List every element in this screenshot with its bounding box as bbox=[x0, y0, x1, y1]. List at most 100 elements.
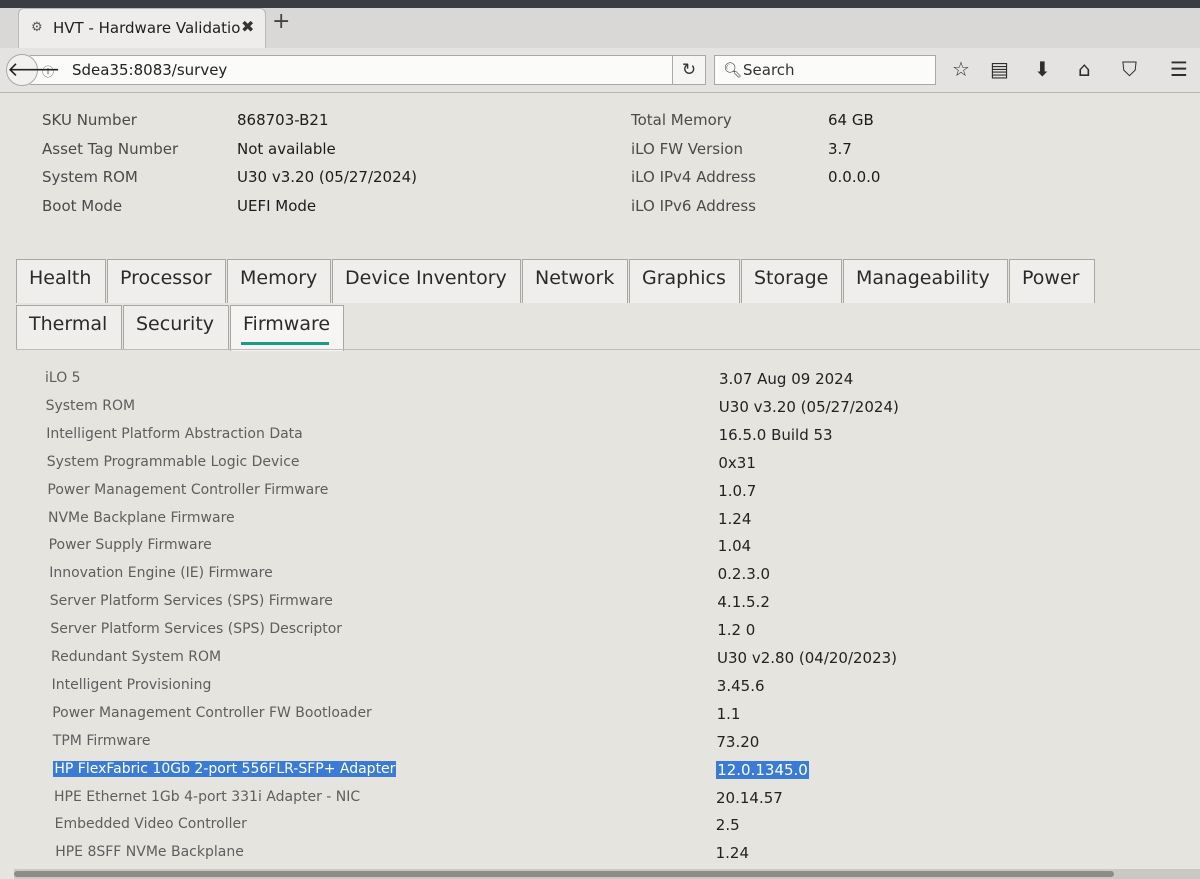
firmware-row-version: 16.5.0 Build 53 bbox=[719, 426, 833, 444]
firmware-name-text: Intelligent Provisioning bbox=[51, 676, 212, 693]
menu-icon[interactable]: ☰ bbox=[1170, 58, 1188, 80]
page-favicon-icon: ⚙ bbox=[31, 20, 43, 35]
firmware-row-name: Intelligent Provisioning bbox=[52, 677, 212, 693]
tab-firmware[interactable]: Firmware bbox=[230, 305, 344, 351]
download-icon[interactable]: ⬇ bbox=[1034, 58, 1051, 80]
firmware-name-text: System Programmable Logic Device bbox=[46, 453, 300, 470]
firmware-row-version: U30 v2.80 (04/20/2023) bbox=[717, 649, 897, 667]
system-info-value: 3.7 bbox=[828, 139, 852, 158]
firmware-name-text: TPM Firmware bbox=[52, 732, 151, 749]
tab-device-inventory[interactable]: Device Inventory bbox=[332, 259, 521, 303]
firmware-row-version: 12.0.1345.0 bbox=[716, 760, 809, 779]
system-info-label: Total Memory bbox=[631, 111, 732, 129]
system-info-label: iLO IPv6 Address bbox=[631, 197, 756, 216]
reload-button[interactable]: ↻ bbox=[672, 55, 706, 85]
tab-health[interactable]: Health bbox=[16, 259, 106, 303]
system-info-label: SKU Number bbox=[42, 111, 137, 129]
firmware-row-version: 20.14.57 bbox=[716, 789, 783, 807]
tab-security[interactable]: Security bbox=[123, 305, 229, 349]
system-info-label: Boot Mode bbox=[42, 197, 123, 216]
firmware-name-text: iLO 5 bbox=[45, 370, 81, 386]
browser-tab[interactable]: ⚙ HVT - Hardware Validatio ✖ bbox=[18, 8, 266, 48]
firmware-name-text: NVMe Backplane Firmware bbox=[48, 509, 235, 526]
firmware-name-text: HPE 8SFF NVMe Backplane bbox=[55, 844, 244, 861]
tab-divider bbox=[16, 349, 1200, 350]
system-info-value: U30 v3.20 (05/27/2024) bbox=[237, 168, 418, 187]
system-info-value: 64 GB bbox=[828, 111, 874, 129]
firmware-version-text: 20.14.57 bbox=[716, 788, 783, 807]
tab-thermal[interactable]: Thermal bbox=[16, 305, 122, 349]
tab-processor[interactable]: Processor bbox=[107, 259, 226, 303]
firmware-row-version: 73.20 bbox=[716, 733, 759, 751]
back-button[interactable]: 🡐 bbox=[6, 54, 61, 86]
system-info-value: 868703-B21 bbox=[237, 111, 329, 129]
firmware-row-version: 1.1 bbox=[717, 705, 741, 723]
firmware-row-name: HPE Ethernet 1Gb 4-port 331i Adapter - N… bbox=[54, 789, 360, 805]
firmware-row-name: TPM Firmware bbox=[53, 733, 151, 749]
firmware-row-name: HP FlexFabric 10Gb 2-port 556FLR-SFP+ Ad… bbox=[53, 760, 397, 777]
firmware-name-text: HPE Ethernet 1Gb 4-port 331i Adapter - N… bbox=[54, 788, 361, 805]
bookmark-star-icon[interactable]: ☆ bbox=[952, 58, 970, 80]
scrollbar-thumb[interactable] bbox=[14, 871, 1114, 877]
firmware-row-version: 2.5 bbox=[716, 816, 740, 834]
firmware-version-text: 1.24 bbox=[718, 509, 752, 528]
tab-storage[interactable]: Storage bbox=[741, 259, 842, 303]
firmware-name-text: HP FlexFabric 10Gb 2-port 556FLR-SFP+ Ad… bbox=[53, 760, 397, 777]
firmware-name-text: System ROM bbox=[45, 397, 136, 414]
firmware-version-text: 12.0.1345.0 bbox=[716, 760, 809, 779]
firmware-row-version: 1.24 bbox=[718, 510, 751, 528]
pocket-icon[interactable]: ⛉ bbox=[1122, 58, 1137, 80]
horizontal-scrollbar[interactable] bbox=[14, 869, 1200, 879]
tab-network[interactable]: Network bbox=[522, 259, 628, 303]
firmware-version-text: 2.5 bbox=[715, 816, 740, 835]
browser-tab-title: HVT - Hardware Validatio bbox=[53, 19, 241, 37]
firmware-row-version: 1.24 bbox=[716, 844, 749, 862]
firmware-version-text: 0x31 bbox=[718, 453, 756, 472]
tab-memory[interactable]: Memory bbox=[227, 259, 331, 303]
firmware-row-version: 1.0.7 bbox=[718, 482, 756, 500]
page-content: SKU Number 868703-B21 Asset Tag Number Not … bbox=[0, 93, 1200, 879]
firmware-row-name: Intelligent Platform Abstraction Data bbox=[46, 426, 303, 442]
window-top-strip bbox=[0, 0, 1200, 8]
firmware-row-name: Redundant System ROM bbox=[51, 649, 221, 665]
firmware-version-text: 73.20 bbox=[716, 732, 760, 751]
firmware-row-version: 0x31 bbox=[718, 454, 756, 472]
clipped-row bbox=[40, 85, 1160, 93]
url-bar[interactable]: ⓘ Sdea35:8083/survey bbox=[30, 55, 702, 85]
new-tab-button[interactable]: + bbox=[272, 11, 290, 33]
firmware-name-text: Server Platform Services (SPS) Descripto… bbox=[50, 621, 343, 638]
firmware-name-text: Power Supply Firmware bbox=[48, 537, 212, 554]
firmware-row-name: Server Platform Services (SPS) Descripto… bbox=[50, 621, 342, 637]
firmware-row-version: 1.2 0 bbox=[717, 621, 755, 639]
firmware-row-name: NVMe Backplane Firmware bbox=[48, 510, 235, 526]
firmware-name-text: Redundant System ROM bbox=[51, 649, 222, 665]
firmware-row-name: Innovation Engine (IE) Firmware bbox=[49, 565, 273, 581]
firmware-row-name: Power Management Controller Firmware bbox=[47, 482, 328, 498]
firmware-version-text: 1.24 bbox=[715, 844, 749, 863]
reading-list-icon[interactable]: ▤ bbox=[990, 58, 1009, 80]
firmware-version-text: 3.45.6 bbox=[716, 676, 765, 695]
firmware-row-version: 3.07 Aug 09 2024 bbox=[719, 370, 853, 388]
system-info-value: Not available bbox=[237, 139, 336, 158]
firmware-version-text: 16.5.0 Build 53 bbox=[718, 425, 833, 444]
firmware-row-name: Embedded Video Controller bbox=[55, 816, 247, 832]
firmware-version-text: U30 v2.80 (04/20/2023) bbox=[717, 649, 898, 667]
search-input[interactable]: 🔍︎ Search bbox=[714, 55, 936, 85]
firmware-name-text: Power Management Controller Firmware bbox=[47, 481, 329, 498]
close-tab-icon[interactable]: ✖ bbox=[241, 17, 254, 36]
tab-power[interactable]: Power bbox=[1009, 259, 1095, 303]
home-icon[interactable]: ⌂ bbox=[1078, 58, 1091, 80]
firmware-row-version: 0.2.3.0 bbox=[718, 565, 770, 583]
system-info-label: Asset Tag Number bbox=[42, 139, 179, 158]
firmware-name-text: Server Platform Services (SPS) Firmware bbox=[49, 593, 333, 610]
firmware-row-name: Server Platform Services (SPS) Firmware bbox=[50, 593, 333, 609]
system-info-label: iLO IPv4 Address bbox=[631, 168, 756, 187]
tab-manageability[interactable]: Manageability bbox=[843, 259, 1008, 303]
system-info-label: iLO FW Version bbox=[631, 139, 743, 158]
firmware-row-name: System Programmable Logic Device bbox=[47, 454, 300, 470]
system-info-label: System ROM bbox=[42, 168, 138, 187]
tab-graphics[interactable]: Graphics bbox=[629, 259, 740, 303]
firmware-row-version: 3.45.6 bbox=[717, 677, 765, 695]
firmware-name-text: Intelligent Platform Abstraction Data bbox=[46, 425, 303, 442]
system-info-value: 0.0.0.0 bbox=[828, 168, 881, 187]
